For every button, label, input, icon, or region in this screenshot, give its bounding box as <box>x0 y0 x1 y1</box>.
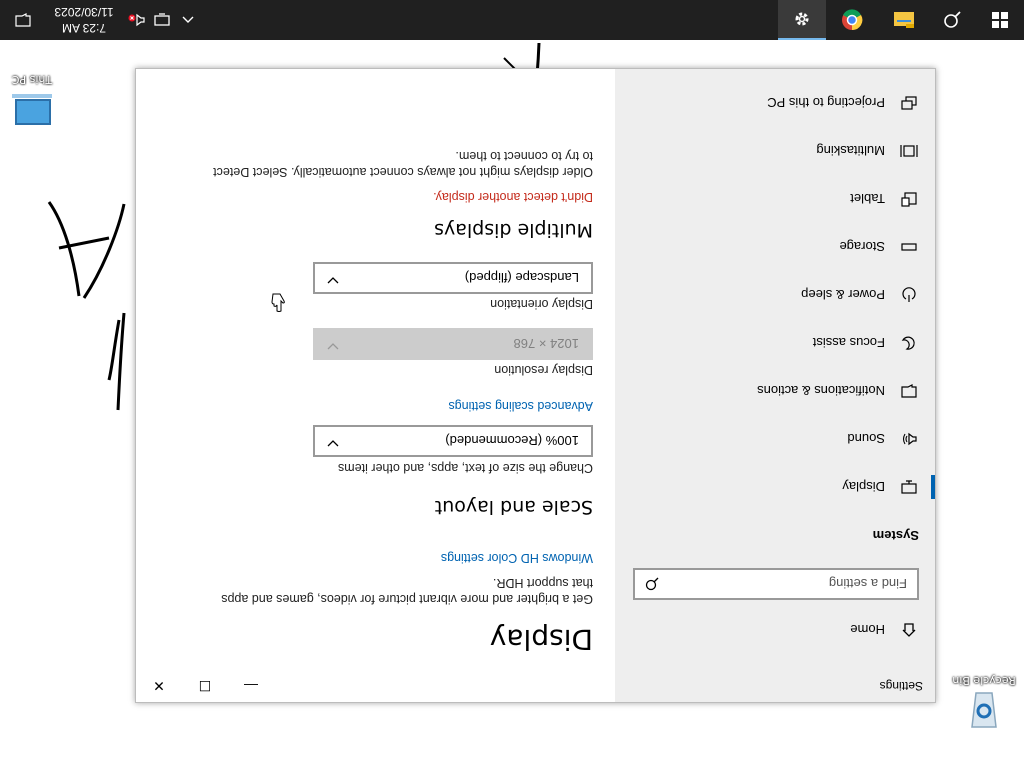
maximize-button[interactable]: ☐ <box>182 670 228 702</box>
advanced-scaling-link[interactable]: Advanced scaling settings <box>448 399 593 413</box>
close-button[interactable]: ✕ <box>136 670 182 702</box>
hand-cursor-icon <box>271 293 285 312</box>
scale-layout-heading: Scale and layout <box>434 496 593 518</box>
show-hidden-icons-button[interactable] <box>174 0 202 40</box>
orientation-label: Display orientation <box>490 297 593 311</box>
window-title: Settings <box>879 679 923 693</box>
desktop-icon-label: This PC <box>11 73 53 86</box>
speaker-icon <box>899 432 919 446</box>
sidebar-item-label: Tablet <box>850 191 885 207</box>
sidebar-item-label: Home <box>850 622 885 638</box>
display-icon <box>899 480 919 494</box>
clock[interactable]: 7:23 AM 11/30/2023 <box>44 0 124 40</box>
folder-icon <box>894 12 914 28</box>
sidebar-item-label: Focus assist <box>812 335 885 351</box>
chrome-icon <box>842 9 863 31</box>
resolution-value: 1024 × 768 <box>513 336 579 351</box>
search-button[interactable] <box>928 0 976 40</box>
sidebar-item-multitasking[interactable]: Multitasking <box>615 127 935 175</box>
display-settings-panel: — ☐ ✕ Display Get a brighter and more vi… <box>136 69 615 702</box>
gear-icon <box>795 12 809 26</box>
search-icon <box>944 11 961 28</box>
minimize-button[interactable]: — <box>228 670 274 702</box>
sidebar-item-label: Sound <box>847 431 885 447</box>
sidebar-item-storage[interactable]: Storage <box>615 223 935 271</box>
minimize-icon: — <box>244 678 258 694</box>
notification-icon <box>15 13 31 27</box>
section-heading-system: System <box>872 528 919 543</box>
storage-icon <box>899 242 919 252</box>
sidebar: Settings Home Find a setting System Disp… <box>615 69 935 702</box>
hdr-description: Get a brighter and more vibrant picture … <box>221 592 593 606</box>
sidebar-item-sound[interactable]: Sound <box>615 415 935 463</box>
computer-icon <box>12 94 52 125</box>
clock-date: 11/30/2023 <box>54 5 114 19</box>
page-title: Display <box>489 623 593 656</box>
sidebar-item-label: Notifications & actions <box>757 383 885 399</box>
sidebar-item-tablet[interactable]: Tablet <box>615 175 935 223</box>
close-icon: ✕ <box>153 678 165 695</box>
power-icon <box>899 287 919 303</box>
multiple-displays-heading: Multiple displays <box>434 219 593 241</box>
home-icon <box>899 622 919 638</box>
tablet-icon <box>899 191 919 207</box>
maximize-icon: ☐ <box>198 678 212 695</box>
sidebar-item-home[interactable]: Home <box>615 606 935 654</box>
desktop-icon-recycle-bin[interactable]: Recycle Bin <box>952 674 1016 733</box>
network-button[interactable] <box>148 0 176 40</box>
sidebar-item-label: Multitasking <box>816 143 885 159</box>
desktop-icon-label: Recycle Bin <box>952 674 1016 687</box>
scale-value: 100% (Recommended) <box>445 433 579 448</box>
settings-window: Settings Home Find a setting System Disp… <box>135 68 936 703</box>
volume-muted-icon <box>128 13 145 27</box>
find-setting-input[interactable]: Find a setting <box>633 568 919 600</box>
chevron-down-icon <box>327 439 339 447</box>
taskbar-chrome[interactable] <box>828 0 876 40</box>
sidebar-item-label: Projecting to this PC <box>767 95 885 111</box>
sidebar-item-projecting[interactable]: Projecting to this PC <box>615 79 935 127</box>
volume-button[interactable] <box>122 0 150 40</box>
resolution-label: Display resolution <box>494 363 593 377</box>
sidebar-item-display[interactable]: Display <box>615 463 935 511</box>
sidebar-item-label: Display <box>842 479 885 495</box>
orientation-value: Landscape (flipped) <box>464 270 579 285</box>
resolution-dropdown[interactable]: 1024 × 768 <box>313 328 593 360</box>
windows-logo-icon <box>992 12 1008 28</box>
chevron-up-icon <box>182 16 194 23</box>
clock-time: 7:23 AM <box>61 21 107 35</box>
network-icon <box>154 13 170 26</box>
action-center-button[interactable] <box>0 0 46 40</box>
sidebar-item-label: Power & sleep <box>801 287 885 303</box>
search-icon <box>645 577 659 591</box>
projector-icon <box>899 96 919 110</box>
multi-description-2: to try to connect to them. <box>455 149 593 163</box>
multi-description: Older displays might not always connect … <box>213 165 593 179</box>
moon-icon <box>899 335 919 351</box>
search-placeholder: Find a setting <box>828 576 907 591</box>
multitasking-icon <box>899 143 919 159</box>
desktop-screen: This PC Recycle Bin Settings Home Find a… <box>0 0 1024 768</box>
orientation-dropdown[interactable]: Landscape (flipped) <box>313 262 593 294</box>
taskbar-file-explorer[interactable] <box>880 0 928 40</box>
chevron-down-icon <box>327 342 339 350</box>
chevron-down-icon <box>327 276 339 284</box>
sidebar-item-power-sleep[interactable]: Power & sleep <box>615 271 935 319</box>
taskbar: 7:23 AM 11/30/2023 <box>0 0 1024 40</box>
taskbar-settings[interactable] <box>778 0 826 40</box>
scale-dropdown[interactable]: 100% (Recommended) <box>313 425 593 457</box>
no-display-error: Didn't detect another display. <box>433 190 593 204</box>
hd-color-settings-link[interactable]: Windows HD Color settings <box>441 551 593 565</box>
sidebar-item-label: Storage <box>839 239 885 255</box>
notification-icon <box>899 384 919 398</box>
desktop-icon-this-pc[interactable]: This PC <box>0 73 64 128</box>
scale-label: Change the size of text, apps, and other… <box>337 461 593 475</box>
sidebar-item-notifications[interactable]: Notifications & actions <box>615 367 935 415</box>
recycle-bin-icon <box>971 692 997 728</box>
start-button[interactable] <box>976 0 1024 40</box>
sidebar-item-focus-assist[interactable]: Focus assist <box>615 319 935 367</box>
hdr-description-2: that support HDR. <box>492 576 593 590</box>
